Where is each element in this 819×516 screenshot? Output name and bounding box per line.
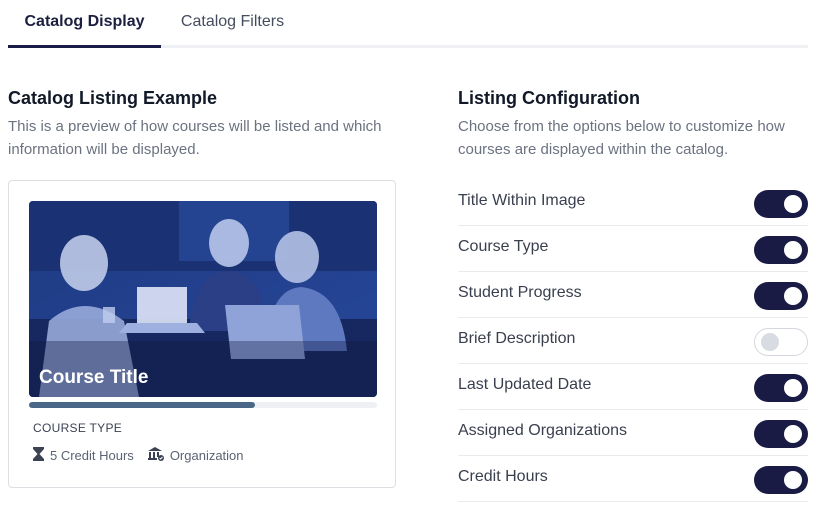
toggle-student-progress[interactable] (754, 282, 808, 310)
toggle-credit-hours[interactable] (754, 466, 808, 494)
toggle-knob (784, 425, 802, 443)
config-heading: Listing Configuration (458, 88, 640, 108)
preview-description: This is a preview of how courses will be… (8, 118, 382, 158)
toggle-title-within-image[interactable] (754, 190, 808, 218)
toggle-knob (761, 333, 779, 351)
preview-heading: Catalog Listing Example (8, 88, 218, 108)
course-image: Course Title (29, 201, 377, 397)
config-label: Assigned Organizations (458, 422, 627, 439)
course-card-preview: Course Title COURSE TYPE 5 Credit Hours … (8, 180, 396, 488)
config-label: Title Within Image (458, 192, 586, 209)
toggle-course-type[interactable] (754, 236, 808, 264)
config-row-title-within-image: Title Within Image (458, 180, 808, 226)
config-label: Brief Description (458, 330, 576, 347)
tab-bar: Catalog Display Catalog Filters (8, 0, 808, 48)
config-label: Credit Hours (458, 468, 548, 485)
course-title: Course Title (39, 367, 149, 388)
config-row-credit-hours: Credit Hours (458, 456, 808, 502)
toggle-knob (784, 287, 802, 305)
credit-hours: 5 Credit Hours (50, 448, 134, 463)
config-row-assigned-organizations: Assigned Organizations (458, 410, 808, 456)
course-type-label: COURSE TYPE (33, 421, 123, 435)
progress-bar (29, 402, 256, 408)
organization: Organization (169, 448, 244, 463)
hourglass-icon (33, 447, 50, 464)
config-description: Choose from the options below to customi… (458, 118, 785, 158)
toggle-brief-description[interactable] (754, 328, 808, 356)
toggle-assigned-organizations[interactable] (754, 420, 808, 448)
config-row-last-updated-date: Last Updated Date (458, 364, 808, 410)
config-label: Last Updated Date (458, 376, 592, 393)
tab-catalog-filters[interactable]: Catalog Filters (166, 0, 299, 45)
organization-icon (147, 447, 170, 464)
toggle-knob (784, 379, 802, 397)
config-label: Course Type (458, 238, 549, 255)
toggle-knob (784, 471, 802, 489)
config-row-brief-description: Brief Description (458, 318, 808, 364)
tab-catalog-display[interactable]: Catalog Display (8, 0, 161, 48)
toggle-knob (784, 195, 802, 213)
config-options-list: Title Within Image Course Type Student P… (458, 180, 808, 502)
course-meta: 5 Credit Hours Organization (33, 447, 244, 464)
config-row-course-type: Course Type (458, 226, 808, 272)
progress-track (29, 402, 377, 408)
toggle-knob (784, 241, 802, 259)
config-row-student-progress: Student Progress (458, 272, 808, 318)
config-label: Student Progress (458, 284, 582, 301)
toggle-last-updated-date[interactable] (754, 374, 808, 402)
